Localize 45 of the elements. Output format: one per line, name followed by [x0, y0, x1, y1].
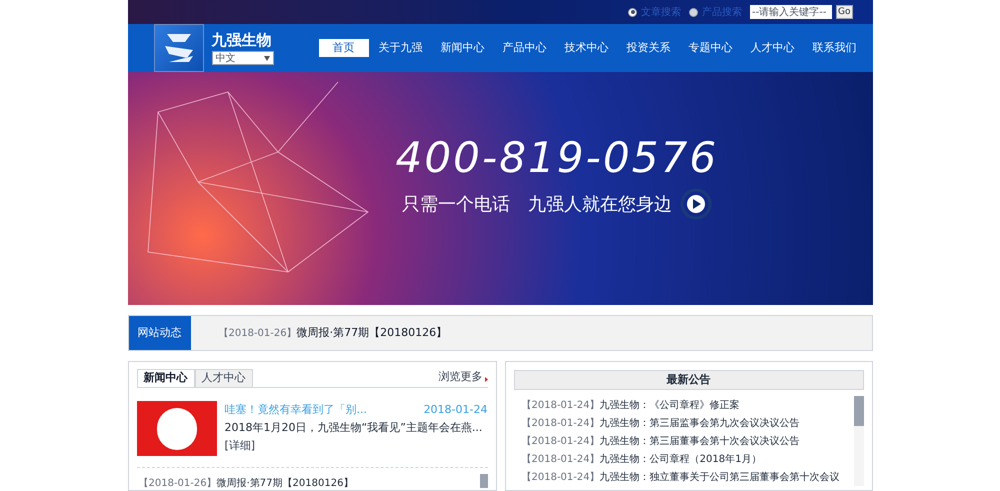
- caret-icon: [264, 56, 270, 60]
- news-date: 【2018-01-24】: [522, 452, 600, 466]
- language-select[interactable]: 中文: [212, 51, 274, 65]
- nav-item[interactable]: 人才中心: [742, 39, 802, 57]
- section-label: 网站动态: [128, 316, 190, 350]
- nav-item[interactable]: 新闻中心: [432, 39, 492, 57]
- news-link[interactable]: 九强生物：《公司章程》修正案: [600, 398, 740, 412]
- news-link[interactable]: 九强生物：独立董事关于公司第三届董事会第十次会议: [600, 470, 840, 484]
- news-date: 【2018-01-26】: [138, 476, 217, 490]
- news-link[interactable]: 微周报·第77期【20180126】: [216, 476, 354, 490]
- panel-tab[interactable]: 新闻中心: [136, 369, 194, 387]
- news-link[interactable]: 九强生物：第三届监事会第九次会议决议公告: [600, 416, 800, 430]
- panel-tab[interactable]: 人才中心: [194, 369, 252, 387]
- nav-item[interactable]: 技术中心: [556, 39, 616, 57]
- nav-item[interactable]: 专题中心: [680, 39, 740, 57]
- news-date: 【2018-01-24】: [522, 416, 600, 430]
- nav-item[interactable]: 首页: [318, 39, 368, 57]
- play-icon[interactable]: [680, 188, 712, 220]
- phone-number: 400-819-0576: [396, 134, 718, 182]
- scrollbar[interactable]: [854, 396, 864, 426]
- more-link[interactable]: 浏览更多: [438, 368, 482, 385]
- logo-icon: [154, 24, 204, 72]
- scrollbar[interactable]: [480, 474, 488, 488]
- nav-item[interactable]: 产品中心: [494, 39, 554, 57]
- nav-item[interactable]: 关于九强: [370, 39, 430, 57]
- brand-name: 九强生物: [212, 31, 272, 49]
- detail-link[interactable]: [详细]: [224, 439, 256, 452]
- arrow-icon: [484, 377, 488, 382]
- featured-news-summary: 2018年1月20日，九强生物“我看见”主题年会在燕...: [224, 420, 484, 436]
- slogan: 只需一个电话 九强人就在您身边: [402, 192, 672, 216]
- radio-button[interactable]: [689, 8, 698, 16]
- nav-item[interactable]: 联系我们: [804, 39, 864, 57]
- nav-item[interactable]: 投资关系: [618, 39, 678, 57]
- news-link[interactable]: 微周报·第77期【20180126】: [296, 324, 448, 342]
- news-date: 【2018-01-26】: [218, 328, 297, 340]
- news-link[interactable]: 九强生物：公司章程（2018年1月）: [600, 452, 762, 466]
- panel-header: 最新公告: [514, 370, 864, 390]
- radio-button[interactable]: [628, 8, 638, 16]
- news-date: 【2018-01-24】: [522, 434, 600, 448]
- news-date: 【2018-01-24】: [522, 398, 600, 412]
- news-link[interactable]: 九强生物：第三届董事会第十次会议决议公告: [600, 434, 800, 448]
- featured-news-date: 2018-01-24: [424, 402, 488, 418]
- search-field[interactable]: --请输入关键字--: [750, 5, 832, 19]
- news-date: 【2018-01-24】: [522, 470, 600, 484]
- go-button[interactable]: Go: [836, 5, 852, 19]
